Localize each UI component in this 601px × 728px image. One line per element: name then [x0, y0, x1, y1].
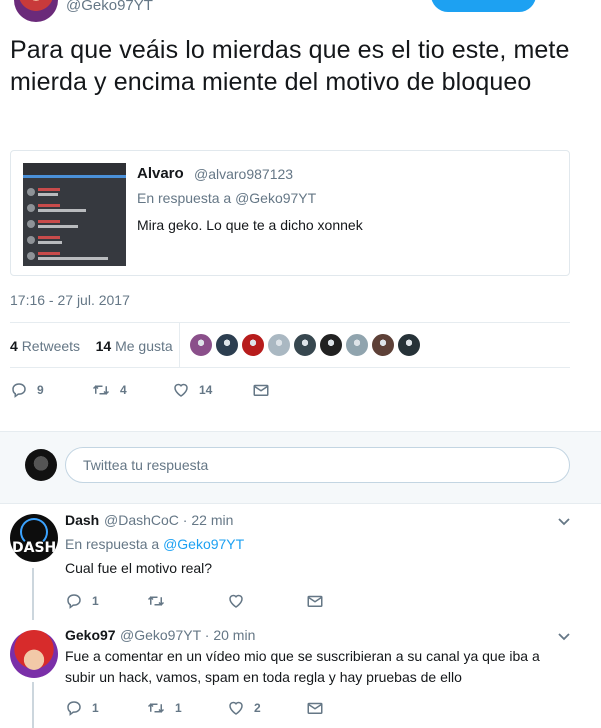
retweets-stat[interactable]: 4 Retweets	[10, 338, 80, 354]
reply-count: 9	[37, 383, 44, 397]
like-count: 2	[254, 701, 261, 715]
likes-stat[interactable]: 14 Me gusta	[96, 338, 173, 354]
tweet-header: @Geko97YT	[0, 0, 601, 22]
message-action[interactable]	[306, 696, 324, 720]
reply-author-name[interactable]: Geko97	[65, 627, 116, 643]
reply-input[interactable]	[65, 447, 570, 483]
reply-tweet[interactable]: DASH Dash @DashCoC · 22 min En respuesta…	[0, 505, 601, 618]
reply-text: Fue a comentar en un vídeo mio que se su…	[65, 648, 540, 685]
tweet-text: Para que veáis lo mierdas que es el tio …	[10, 36, 570, 96]
reply-tweet[interactable]: Geko97 @Geko97YT · 20 min Fue a comentar…	[0, 620, 601, 728]
liker-avatar[interactable]	[397, 333, 421, 357]
message-action[interactable]	[306, 589, 324, 613]
reply-avatar[interactable]	[10, 630, 58, 678]
liker-avatar[interactable]	[267, 333, 291, 357]
retweet-count: 4	[120, 383, 127, 397]
like-action[interactable]: 14	[172, 378, 212, 402]
tweet-stats: 4 Retweets 14 Me gusta	[10, 338, 173, 354]
reply-to-handle[interactable]: @Geko97YT	[235, 190, 316, 206]
reply-action[interactable]: 1	[65, 589, 99, 613]
reply-author-meta: @Geko97YT · 20 min	[120, 627, 256, 643]
divider	[10, 367, 570, 368]
envelope-icon	[307, 595, 323, 607]
chevron-down-icon[interactable]	[557, 629, 571, 643]
message-action[interactable]	[252, 378, 270, 402]
retweet-icon	[147, 596, 165, 606]
quoted-author-handle[interactable]: @alvaro987123	[194, 166, 293, 182]
reply-text: Cual fue el motivo real?	[65, 560, 213, 576]
reply-author-handle[interactable]: @Geko97YT	[120, 627, 201, 643]
quoted-tweet-image[interactable]	[23, 163, 126, 266]
reply-author-name[interactable]: Dash	[65, 512, 99, 528]
liker-avatar[interactable]	[189, 333, 213, 357]
envelope-icon	[253, 384, 269, 396]
divider	[10, 322, 570, 323]
liker-avatar[interactable]	[345, 333, 369, 357]
reply-context: En respuesta a @Geko97YT	[65, 536, 245, 552]
reply-prefix: En respuesta a	[137, 190, 232, 206]
chevron-down-icon[interactable]	[557, 514, 571, 528]
retweet-action[interactable]: 1	[146, 696, 182, 720]
reply-to-handle[interactable]: @Geko97YT	[163, 536, 244, 552]
dash-logo: DASH	[10, 514, 58, 562]
heart-icon	[229, 701, 243, 715]
tweet-timestamp[interactable]: 17:16 - 27 jul. 2017	[10, 292, 130, 308]
retweet-action[interactable]	[146, 589, 175, 613]
retweet-icon	[147, 703, 165, 713]
stats-separator	[179, 323, 180, 367]
reply-action[interactable]: 1	[65, 696, 99, 720]
tweet-actions: 9 4 14	[10, 378, 310, 402]
envelope-icon	[307, 702, 323, 714]
liker-avatar[interactable]	[371, 333, 395, 357]
quoted-tweet-text: Mira geko. Lo que te a dicho xonnek	[137, 217, 363, 233]
liker-avatar[interactable]	[215, 333, 239, 357]
reply-icon	[12, 383, 26, 398]
reply-author-meta: @DashCoC · 22 min	[104, 512, 234, 528]
reply-time[interactable]: 20 min	[213, 627, 255, 643]
current-user-avatar[interactable]	[25, 449, 57, 481]
reply-count: 1	[92, 594, 99, 608]
retweet-icon	[92, 385, 110, 395]
liker-avatar[interactable]	[319, 333, 343, 357]
reply-action[interactable]: 9	[10, 378, 44, 402]
liker-avatar[interactable]	[293, 333, 317, 357]
like-action[interactable]	[227, 589, 254, 613]
reply-icon	[67, 594, 81, 609]
author-handle[interactable]: @Geko97YT	[66, 0, 153, 14]
geko-avatar-art	[10, 630, 58, 678]
reply-count: 1	[92, 701, 99, 715]
reply-avatar[interactable]: DASH	[10, 514, 58, 562]
like-action[interactable]: 2	[227, 696, 261, 720]
quoted-author-name[interactable]: Alvaro	[137, 165, 184, 182]
heart-icon	[229, 594, 243, 608]
retweet-count: 1	[175, 701, 182, 715]
heart-icon	[174, 383, 188, 397]
liker-avatar[interactable]	[241, 333, 265, 357]
reply-compose	[0, 432, 601, 504]
reply-author-handle[interactable]: @DashCoC	[104, 512, 179, 528]
follow-button[interactable]	[431, 0, 536, 12]
like-count: 14	[199, 383, 213, 397]
author-avatar[interactable]	[14, 0, 58, 22]
quoted-reply-context: En respuesta a @Geko97YT	[137, 190, 316, 206]
retweet-action[interactable]: 4	[91, 378, 127, 402]
reply-time[interactable]: 22 min	[191, 512, 233, 528]
reply-icon	[67, 701, 81, 716]
quoted-tweet[interactable]: Alvaro @alvaro987123 En respuesta a @Gek…	[10, 150, 570, 276]
